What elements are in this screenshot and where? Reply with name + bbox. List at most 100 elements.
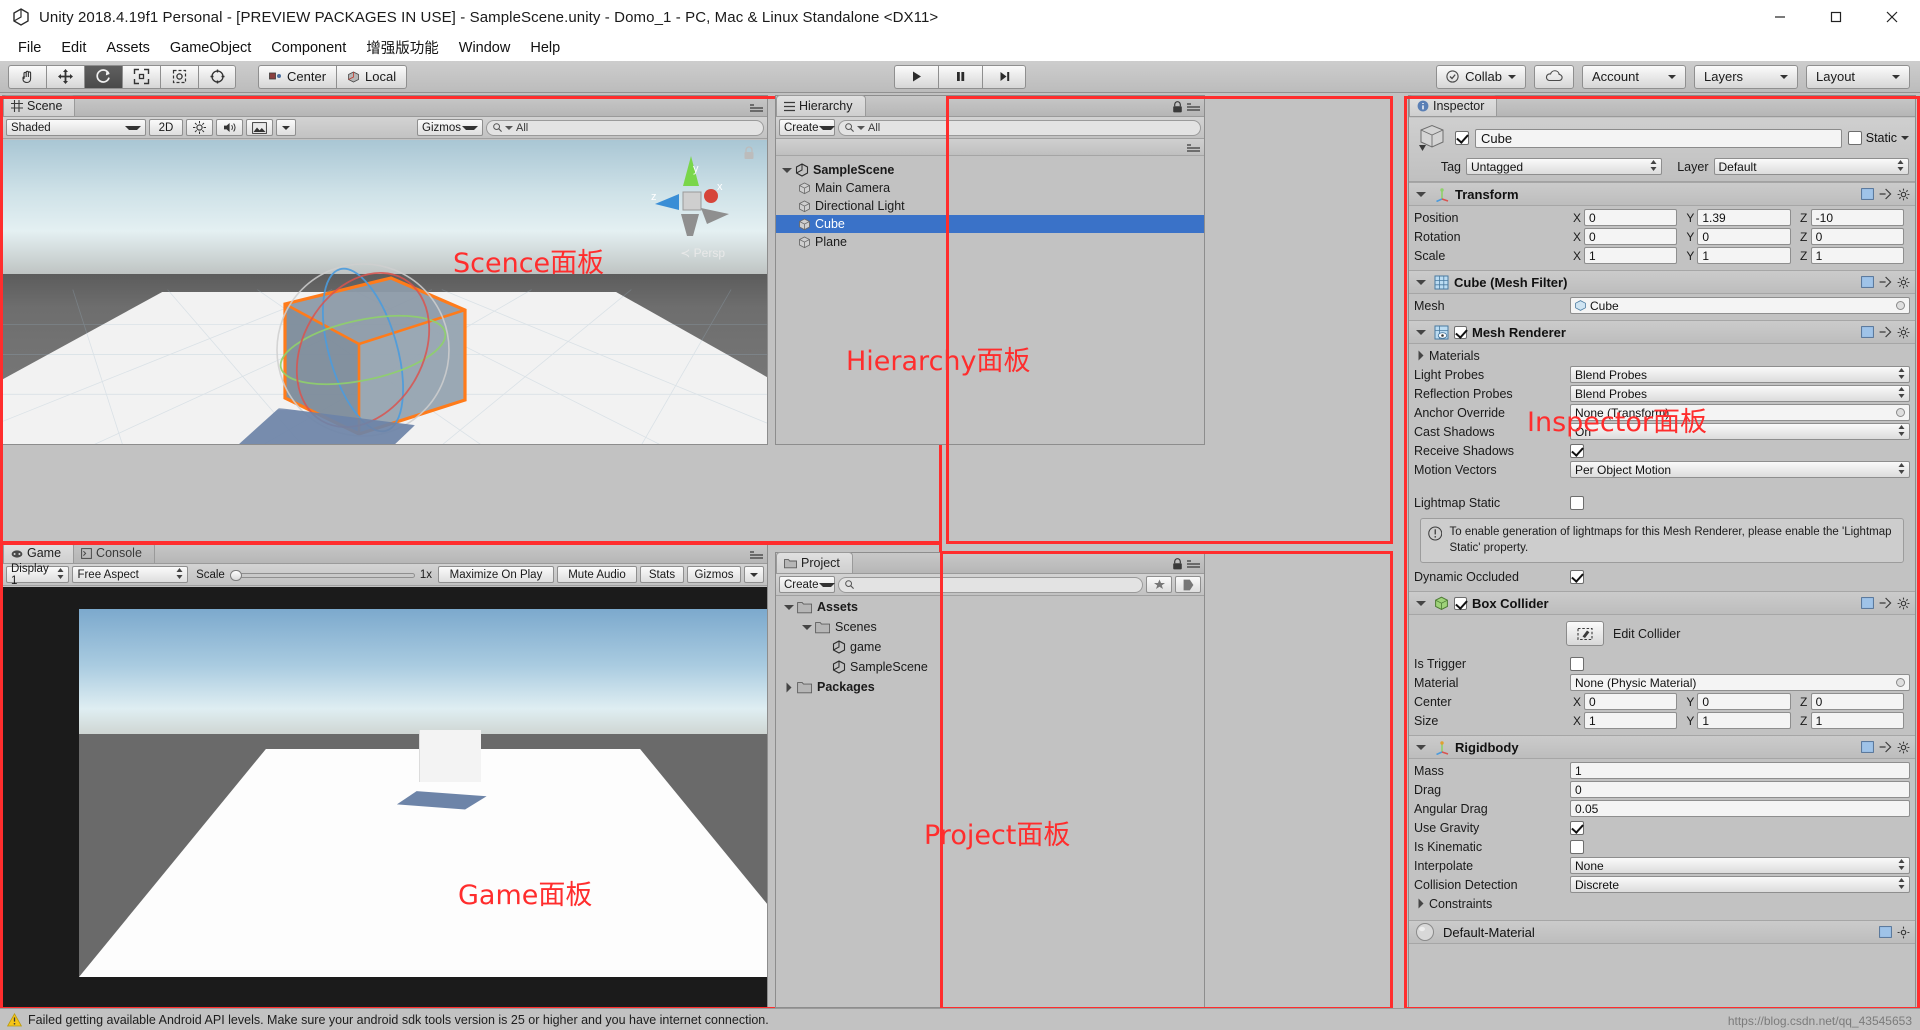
component-header-rigidbody[interactable]: Rigidbody (1409, 735, 1915, 760)
chevron-right-icon[interactable] (786, 682, 792, 692)
hierarchy-search-input[interactable]: All (838, 119, 1201, 136)
prefab-icon[interactable] (1879, 926, 1892, 938)
game-maximize-on-play-toggle[interactable]: Maximize On Play (438, 566, 554, 583)
rotation-x-field[interactable]: 0 (1584, 228, 1678, 245)
object-active-checkbox[interactable] (1455, 131, 1469, 145)
object-picker-icon[interactable] (1896, 678, 1905, 688)
drag-field[interactable]: 0 (1570, 781, 1910, 799)
project-search-input[interactable] (838, 576, 1143, 593)
position-x-field[interactable]: 0 (1584, 209, 1678, 226)
chevron-right-icon[interactable] (1418, 350, 1424, 361)
scene-lighting-toggle[interactable] (186, 119, 213, 136)
menu-file[interactable]: File (8, 37, 51, 59)
scale-x-field[interactable]: 1 (1584, 247, 1678, 264)
hand-tool-button[interactable] (8, 64, 46, 89)
collab-button[interactable]: Collab (1436, 64, 1526, 89)
dynamic-occluded-checkbox[interactable] (1570, 569, 1584, 584)
project-create-button[interactable]: Create (779, 576, 835, 593)
component-header-controls[interactable] (1861, 741, 1910, 754)
game-aspect-dropdown[interactable]: Free Aspect (72, 566, 189, 583)
gear-icon[interactable] (1897, 326, 1910, 339)
chevron-down-icon[interactable] (784, 604, 794, 610)
transform-tool-button[interactable] (198, 64, 236, 89)
hierarchy-sort-menu[interactable] (1187, 144, 1200, 153)
component-header-controls[interactable] (1861, 276, 1910, 289)
scale-tool-button[interactable] (122, 64, 160, 89)
tab-game[interactable]: Game (3, 542, 75, 563)
layers-button[interactable]: Layers (1694, 64, 1798, 89)
minimize-button[interactable] (1752, 0, 1808, 34)
layout-button[interactable]: Layout (1806, 64, 1910, 89)
cast-shadows-dropdown[interactable]: On (1570, 423, 1910, 440)
scene-tab-menu[interactable] (750, 104, 763, 113)
account-button[interactable]: Account (1582, 64, 1686, 89)
tab-scene[interactable]: Scene (3, 95, 76, 116)
hierarchy-tree[interactable]: SampleScene Main Camera Directional Ligh… (776, 161, 1204, 444)
game-viewport[interactable] (3, 587, 767, 1007)
help-icon[interactable] (1879, 741, 1892, 753)
prefab-icon[interactable] (1861, 741, 1874, 753)
gear-icon[interactable] (1897, 276, 1910, 289)
collision-detection-dropdown[interactable]: Discrete (1570, 876, 1910, 894)
space-mode-button[interactable]: Local (336, 64, 408, 89)
game-gizmos-dropdown[interactable] (744, 566, 764, 583)
menu-window[interactable]: Window (449, 37, 521, 59)
tag-dropdown[interactable]: Untagged (1466, 158, 1662, 175)
rect-tool-button[interactable] (160, 64, 198, 89)
object-picker-icon[interactable] (1896, 301, 1905, 310)
game-mute-audio-toggle[interactable]: Mute Audio (557, 566, 637, 583)
hierarchy-row-samplescene[interactable]: SampleScene (776, 161, 1204, 179)
menu-assets[interactable]: Assets (96, 37, 160, 59)
material-footer-header[interactable]: Default-Material (1409, 920, 1915, 945)
use-gravity-checkbox[interactable] (1570, 820, 1584, 835)
hierarchy-row-plane[interactable]: Plane (776, 233, 1204, 251)
pause-button[interactable] (938, 64, 982, 89)
chevron-down-icon[interactable] (1416, 744, 1426, 750)
static-checkbox[interactable] (1847, 131, 1862, 145)
scene-gizmos-dropdown[interactable]: Gizmos (417, 119, 483, 136)
game-scale-slider-group[interactable]: Scale 1x (196, 569, 432, 581)
edit-collider-button[interactable] (1566, 621, 1604, 647)
static-toggle-group[interactable]: Static (1847, 131, 1909, 145)
rotation-y-field[interactable]: 0 (1697, 228, 1791, 245)
menu-enhanced-features[interactable]: 增强版功能 (356, 34, 449, 61)
tab-console[interactable]: Console (73, 542, 155, 563)
size-y-field[interactable]: 1 (1697, 712, 1791, 730)
project-tab-menu[interactable] (1172, 558, 1200, 570)
hierarchy-row-main-camera[interactable]: Main Camera (776, 179, 1204, 197)
component-header-transform[interactable]: Transform (1409, 182, 1915, 206)
menu-edit[interactable]: Edit (51, 37, 96, 59)
project-tree[interactable]: Assets Scenes game SampleScene Packages (776, 597, 1204, 1007)
tab-inspector[interactable]: Inspector (1409, 95, 1498, 116)
gear-icon[interactable] (1897, 188, 1910, 201)
position-z-field[interactable]: -10 (1810, 209, 1904, 226)
prefab-icon[interactable] (1861, 326, 1874, 338)
rotate-tool-button[interactable] (84, 64, 122, 89)
center-y-field[interactable]: 0 (1697, 693, 1791, 711)
size-x-field[interactable]: 1 (1584, 712, 1678, 730)
reflection-probes-dropdown[interactable]: Blend Probes (1570, 385, 1910, 402)
step-button[interactable] (982, 64, 1026, 89)
project-row-packages[interactable]: Packages (776, 677, 1204, 697)
game-gizmos-button[interactable]: Gizmos (687, 566, 741, 583)
help-icon[interactable] (1879, 188, 1892, 200)
game-display-dropdown[interactable]: Display 1 (6, 563, 70, 587)
interpolate-dropdown[interactable]: None (1570, 857, 1910, 875)
menu-component[interactable]: Component (261, 37, 356, 59)
gear-icon[interactable] (1897, 597, 1910, 610)
material-footer-controls[interactable] (1879, 926, 1910, 939)
game-scale-slider[interactable] (229, 569, 415, 581)
scene-projection-label[interactable]: ≺ Persp (680, 246, 725, 260)
chevron-down-icon[interactable] (1901, 136, 1909, 140)
project-row-game[interactable]: game (776, 637, 1204, 657)
mass-field[interactable]: 1 (1570, 762, 1910, 780)
angular-drag-field[interactable]: 0.05 (1570, 800, 1910, 818)
chevron-down-icon[interactable] (802, 624, 812, 630)
tab-project[interactable]: Project (776, 552, 853, 573)
receive-shadows-checkbox[interactable] (1570, 443, 1584, 458)
scene-view-gizmo[interactable]: y z x (645, 152, 737, 244)
scene-viewport[interactable]: y z x ≺ Persp (3, 140, 767, 444)
motion-vectors-dropdown[interactable]: Per Object Motion (1570, 461, 1910, 478)
is-kinematic-checkbox[interactable] (1570, 839, 1584, 854)
project-filter-type-button[interactable] (1175, 576, 1201, 593)
